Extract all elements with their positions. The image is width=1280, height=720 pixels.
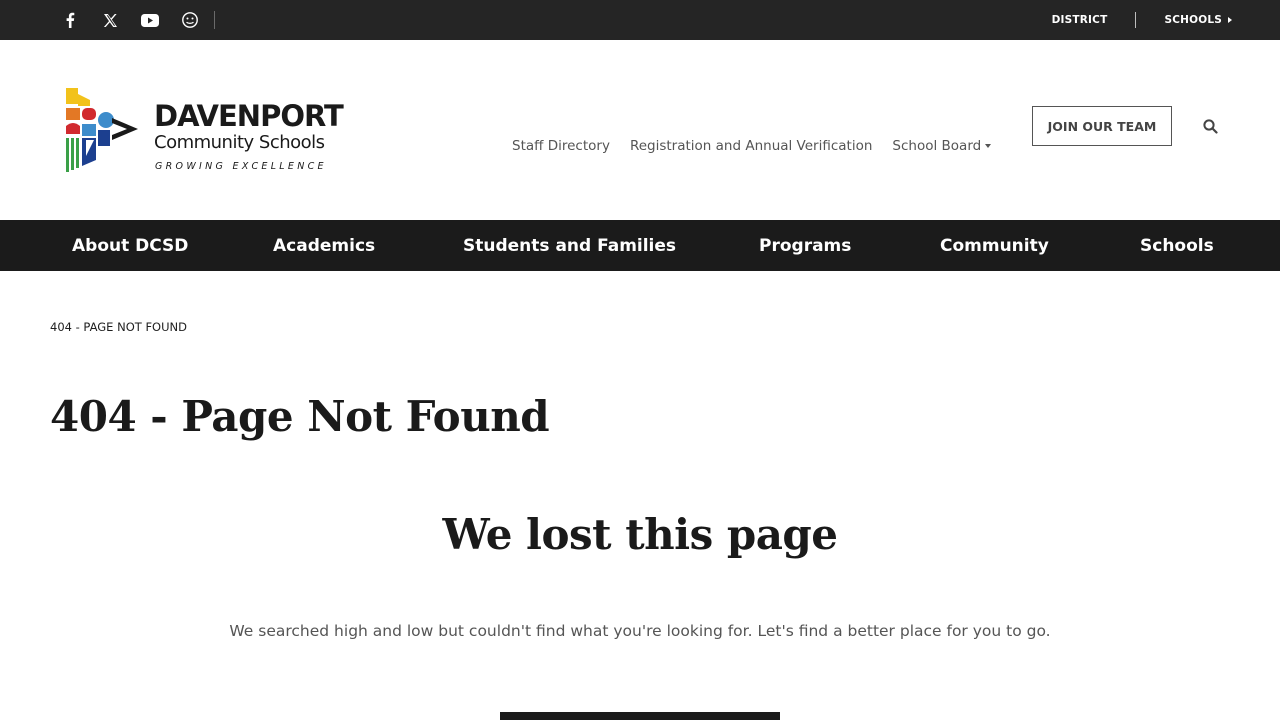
nav-item-students-families[interactable]: Students and Families xyxy=(463,220,676,271)
facebook-icon[interactable] xyxy=(56,6,84,34)
nav-item-community[interactable]: Community xyxy=(940,220,1049,271)
logo-name: DAVENPORT xyxy=(154,99,344,133)
join-our-team-button[interactable]: JOIN OUR TEAM xyxy=(1032,106,1172,146)
chevron-down-icon xyxy=(985,144,992,148)
registration-link[interactable]: Registration and Annual Verification xyxy=(630,138,872,154)
social-links xyxy=(56,0,215,40)
main-nav: About DCSD Academics Students and Famili… xyxy=(0,220,1280,271)
youtube-icon[interactable] xyxy=(136,6,164,34)
district-link[interactable]: DISTRICT xyxy=(1052,14,1108,26)
top-utility-bar: DISTRICT SCHOOLS xyxy=(0,0,1280,40)
school-board-label: School Board xyxy=(892,138,982,154)
cta-button[interactable] xyxy=(500,712,780,720)
logo-subtitle: Community Schools xyxy=(154,132,325,153)
page-title: 404 - Page Not Found xyxy=(50,392,550,441)
logo-tagline: GROWING EXCELLENCE xyxy=(155,161,327,172)
utility-divider xyxy=(1135,12,1137,28)
utility-links: DISTRICT SCHOOLS xyxy=(1052,0,1232,40)
social-divider xyxy=(214,11,215,29)
x-twitter-icon[interactable] xyxy=(96,6,124,34)
peachjar-icon[interactable] xyxy=(176,6,204,34)
nav-item-programs[interactable]: Programs xyxy=(759,220,851,271)
schools-dropdown[interactable]: SCHOOLS xyxy=(1164,14,1232,26)
lost-page-heading: We lost this page xyxy=(442,510,838,559)
site-header: DAVENPORT Community Schools GROWING EXCE… xyxy=(0,40,1280,220)
caret-right-icon xyxy=(1228,17,1232,23)
logo-mark-icon xyxy=(66,88,138,172)
breadcrumb: 404 - PAGE NOT FOUND xyxy=(50,320,187,334)
nav-item-academics[interactable]: Academics xyxy=(273,220,375,271)
header-nav: Staff Directory Registration and Annual … xyxy=(512,126,1011,166)
school-board-dropdown[interactable]: School Board xyxy=(892,138,992,154)
staff-directory-link[interactable]: Staff Directory xyxy=(512,138,610,154)
district-logo[interactable]: DAVENPORT Community Schools GROWING EXCE… xyxy=(64,86,354,178)
search-icon[interactable] xyxy=(1198,114,1222,138)
nav-item-about[interactable]: About DCSD xyxy=(72,220,188,271)
schools-link-label: SCHOOLS xyxy=(1164,14,1222,26)
lost-page-description: We searched high and low but couldn't fi… xyxy=(229,622,1051,640)
nav-item-schools[interactable]: Schools xyxy=(1140,220,1214,271)
